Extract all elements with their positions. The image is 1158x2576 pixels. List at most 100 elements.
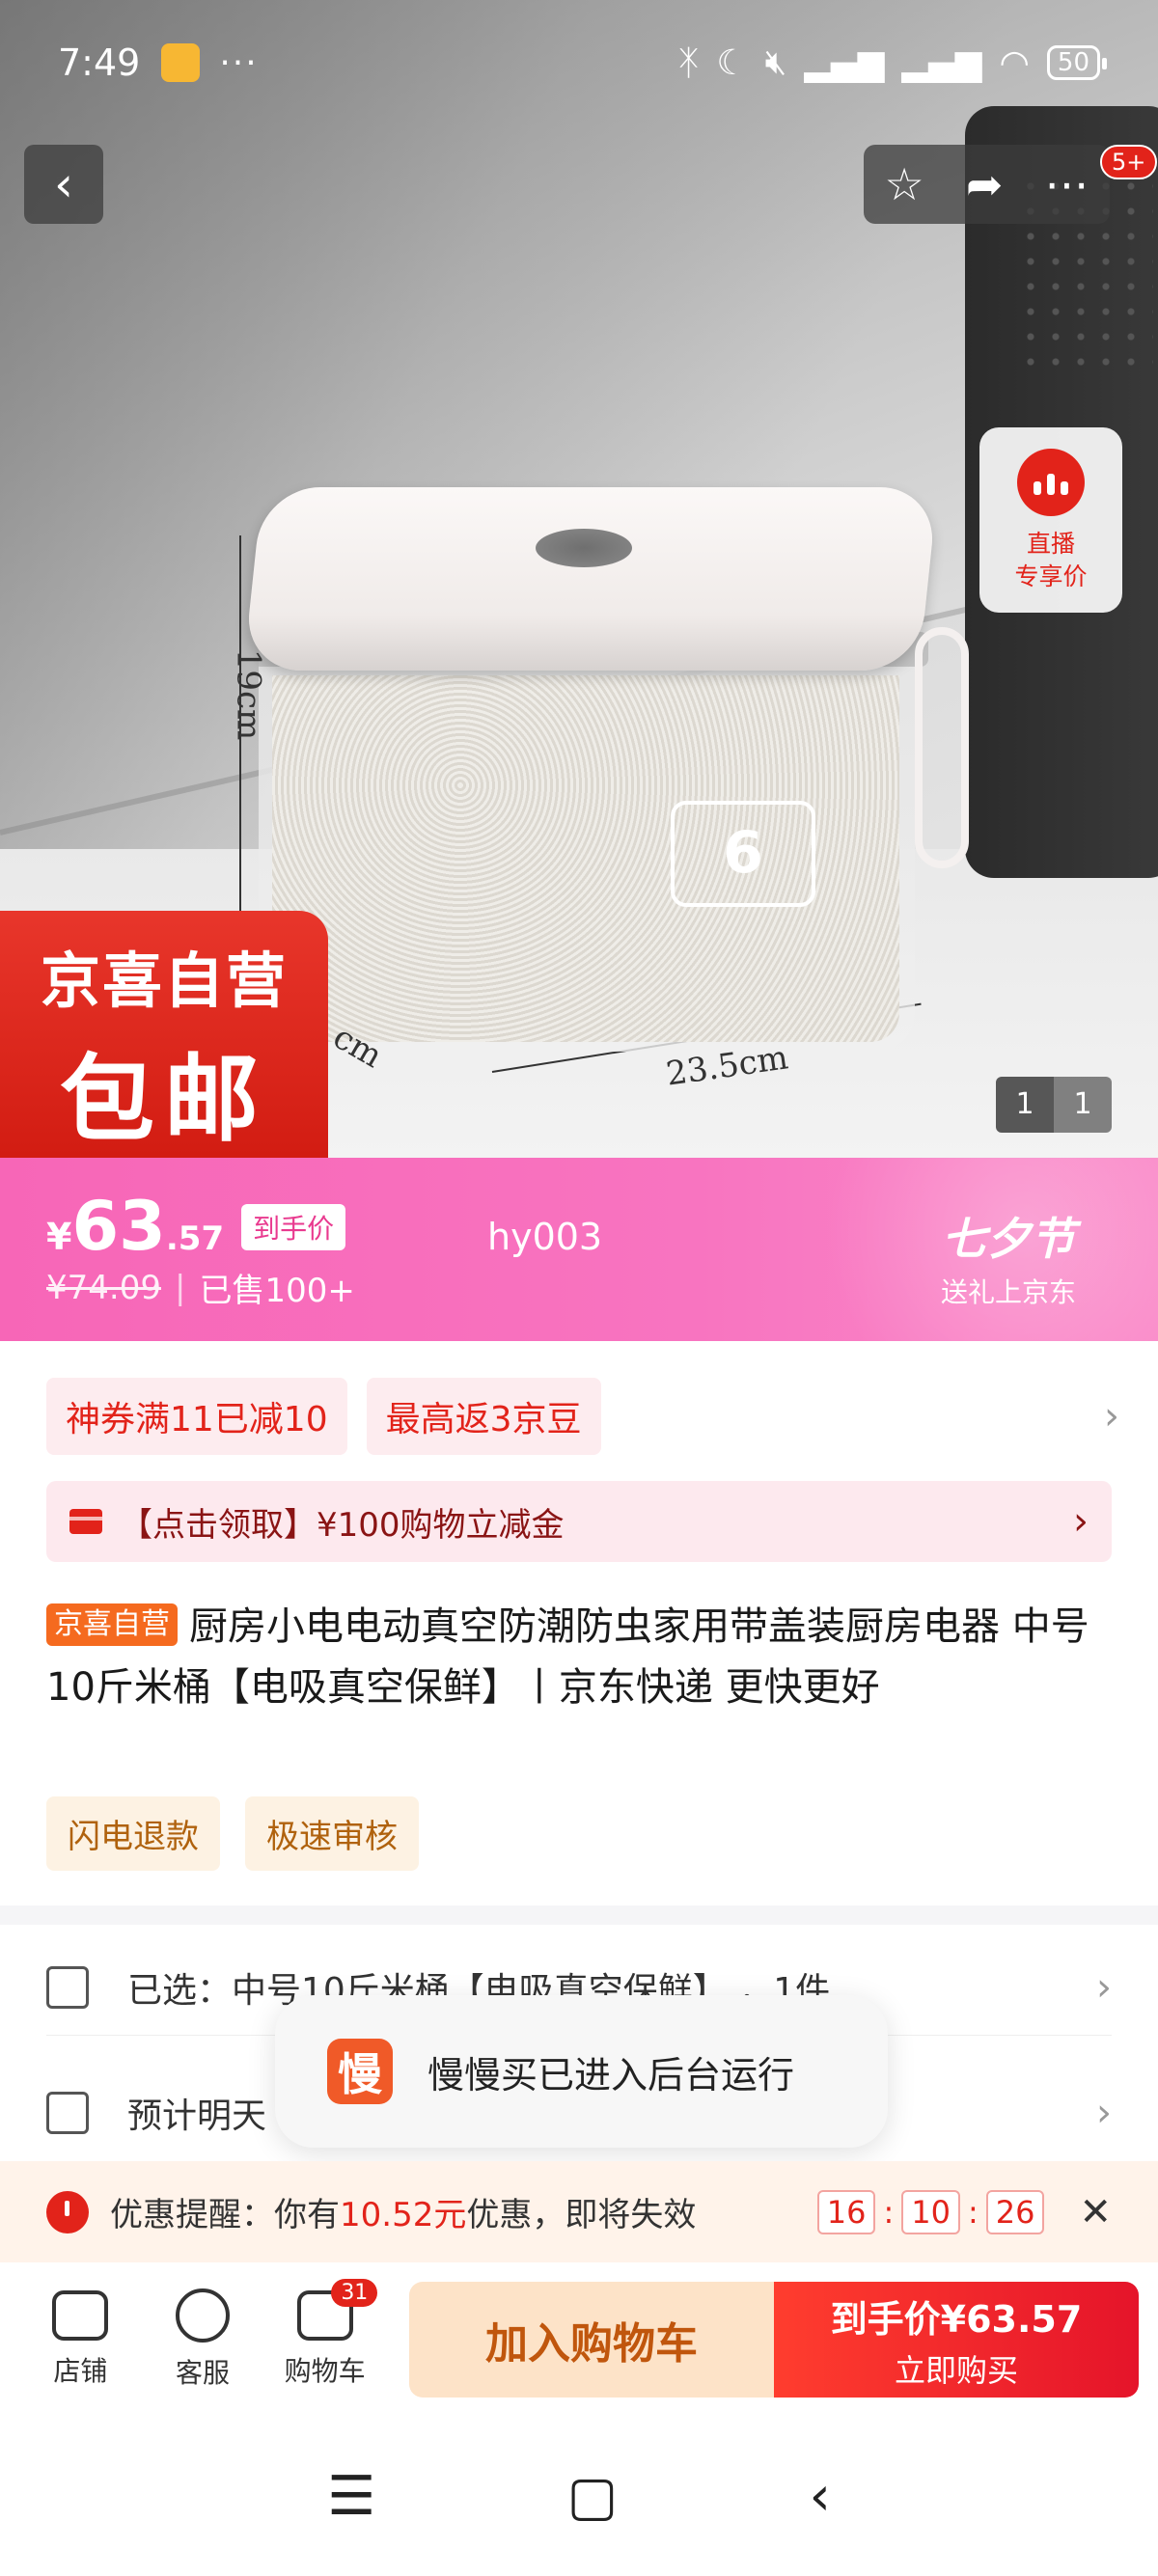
system-navigation-bar: ☰ ▢ ‹ — [0, 2417, 1158, 2576]
countdown-minutes: 10 — [901, 2189, 960, 2234]
battery-icon: 50 — [1046, 45, 1108, 80]
promo-badge: 京喜自营 包邮 — [0, 911, 328, 1158]
reminder-prefix: 优惠提醒：你有 — [110, 2196, 340, 2234]
add-to-cart-button[interactable]: 加入购物车 — [408, 2282, 774, 2398]
store-icon — [52, 2290, 109, 2341]
buy-now-price: 到手价¥63.57 — [830, 2297, 1083, 2341]
price-tag: 到手价 — [241, 1204, 346, 1250]
home-icon[interactable]: ▢ — [566, 2465, 618, 2528]
product-title: 京喜自营 厨房小电电动真空防潮防虫家用带盖装厨房电器 中号10斤米桶【电吸真空保鲜… — [46, 1597, 1117, 1718]
status-icons: ᛡ ☾ 🔇︎ ▂▄▆ ▂▄▆ ◠ 50 — [677, 42, 1108, 83]
delivery-text: 预计明天 — [127, 2096, 267, 2136]
price-currency: ¥ — [46, 1216, 72, 1258]
cart-label: 购物车 — [284, 2355, 366, 2387]
reminder-amount: 10.52元 — [340, 2196, 467, 2234]
status-bar: 7:49 ··· ᛡ ☾ 🔇︎ ▂▄▆ ▂▄▆ ◠ 50 — [0, 0, 1158, 125]
app-logo-icon: 慢 — [327, 2039, 393, 2104]
chevron-right-icon: › — [1096, 1964, 1112, 2010]
favorite-star-icon[interactable]: ☆ — [885, 158, 924, 210]
share-icon[interactable]: ➦ — [966, 158, 1004, 210]
toast-message: 慢慢买已进入后台运行 — [427, 2053, 795, 2096]
signal-5g-2-icon: ▂▄▆ — [901, 42, 982, 83]
coupon-row[interactable]: 神券满11已减10 最高返3京豆 › — [46, 1378, 1119, 1455]
store-label: 店铺 — [53, 2355, 108, 2387]
mute-icon: 🔇︎ — [764, 42, 787, 82]
price-subline: ¥74.09 | 已售100+ — [46, 1264, 355, 1311]
dimension-height-label: 19cm — [229, 648, 268, 741]
price-separator: | — [174, 1268, 186, 1307]
customer-service-button[interactable]: 客服 — [142, 2288, 264, 2391]
service-tag: 极速审核 — [245, 1796, 419, 1871]
countdown-colon: : — [883, 2193, 895, 2231]
card-icon — [69, 1509, 102, 1534]
promo-badge-line1: 京喜自营 — [40, 945, 288, 1016]
more-notifications-icon: ··· — [219, 42, 259, 83]
bluetooth-icon: ᛡ — [677, 42, 700, 83]
background-running-toast: 慢 慢慢买已进入后台运行 — [275, 1995, 888, 2148]
coupon-item[interactable]: 神券满11已减10 — [46, 1378, 347, 1455]
chat-face-icon — [175, 2288, 230, 2343]
back-button[interactable]: ‹ — [24, 145, 103, 224]
shopping-voucher-bar[interactable]: 【点击领取】¥100购物立减金 › — [46, 1481, 1112, 1562]
message-count-badge: 5+ — [1100, 145, 1158, 179]
image-pager: 1 1 — [996, 1077, 1112, 1133]
self-operated-tag: 京喜自营 — [46, 1603, 178, 1646]
chevron-right-icon: › — [1073, 1499, 1089, 1544]
back-nav-icon[interactable]: ‹ — [810, 2465, 831, 2528]
clock-icon — [46, 2190, 89, 2233]
customer-service-label: 客服 — [175, 2357, 230, 2389]
image-pager-current: 1 — [996, 1077, 1054, 1133]
sold-count: 已售100+ — [199, 1272, 355, 1310]
live-stream-card[interactable]: 直播 专享价 — [979, 427, 1122, 613]
rice-bin-label: 6 — [671, 801, 815, 907]
price-decimal: .57 — [165, 1219, 225, 1258]
more-options-icon[interactable]: ⋯ — [1044, 158, 1089, 210]
chevron-right-icon: › — [1096, 2091, 1112, 2135]
festival-title: 七夕节 — [941, 1213, 1075, 1265]
festival-decoration — [714, 1158, 1158, 1341]
service-tags: 闪电退款 极速审核 — [46, 1796, 419, 1871]
countdown-colon: : — [967, 2193, 979, 2231]
buy-now-label: 立即购买 — [894, 2351, 1018, 2389]
image-pager-total: 1 — [1054, 1077, 1112, 1133]
rice-bin-strap — [915, 627, 969, 868]
reminder-suffix: 优惠，即将失效 — [466, 2196, 697, 2234]
coupon-item[interactable]: 最高返3京豆 — [366, 1378, 601, 1455]
cart-button[interactable]: 31 购物车 — [263, 2279, 386, 2389]
wifi-icon: ◠ — [999, 42, 1030, 83]
buy-now-button[interactable]: 到手价¥63.57 立即购买 — [773, 2282, 1139, 2398]
live-label-line1: 直播 — [1026, 530, 1075, 558]
festival-banner: 七夕节 送礼上京东 — [941, 1204, 1076, 1310]
checklist-icon — [46, 1965, 89, 2009]
chevron-left-icon: ‹ — [54, 156, 73, 212]
countdown-hours: 16 — [816, 2189, 876, 2234]
rice-bin-lid — [243, 487, 938, 671]
truck-icon — [46, 2092, 89, 2134]
close-icon[interactable]: ✕ — [1079, 2190, 1112, 2234]
do-not-disturb-icon: ☾ — [716, 42, 748, 83]
product-title-text: 厨房小电电动真空防潮防虫家用带盖装厨房电器 中号10斤米桶【电吸真空保鲜】丨京东… — [46, 1604, 1089, 1710]
app-notification-icon — [161, 43, 201, 82]
live-label-line2: 专享价 — [1014, 562, 1088, 590]
chevron-right-icon: › — [1104, 1394, 1119, 1439]
live-label: 直播 专享价 — [1014, 528, 1087, 593]
original-price: ¥74.09 — [46, 1268, 161, 1307]
status-time: 7:49 — [58, 41, 141, 84]
countdown-timer: 16 : 10 : 26 — [816, 2189, 1045, 2234]
service-tag: 闪电退款 — [46, 1796, 220, 1871]
festival-subtitle: 送礼上京东 — [940, 1276, 1076, 1308]
voucher-text: 【点击领取】¥100购物立减金 — [120, 1505, 565, 1545]
signal-5g-icon: ▂▄▆ — [804, 42, 885, 83]
store-button[interactable]: 店铺 — [19, 2290, 142, 2389]
top-action-group: ☆ ➦ ⋯ — [864, 145, 1110, 224]
countdown-seconds: 26 — [985, 2189, 1045, 2234]
live-icon — [1017, 449, 1085, 516]
discount-reminder-bar[interactable]: 优惠提醒：你有 10.52元 优惠，即将失效 16 : 10 : 26 ✕ — [0, 2161, 1158, 2262]
section-divider — [0, 1905, 1158, 1925]
promo-badge-line2: 包邮 — [59, 1045, 268, 1155]
price-integer: 63 — [71, 1187, 166, 1266]
bottom-action-bar: 店铺 客服 31 购物车 加入购物车 到手价¥63.57 立即购买 — [0, 2262, 1158, 2417]
menu-icon[interactable]: ☰ — [327, 2465, 375, 2528]
price-banner: ¥ 63 .57 到手价 ¥74.09 | 已售100+ hy003 七夕节 送… — [0, 1158, 1158, 1341]
cart-count-badge: 31 — [331, 2279, 378, 2307]
